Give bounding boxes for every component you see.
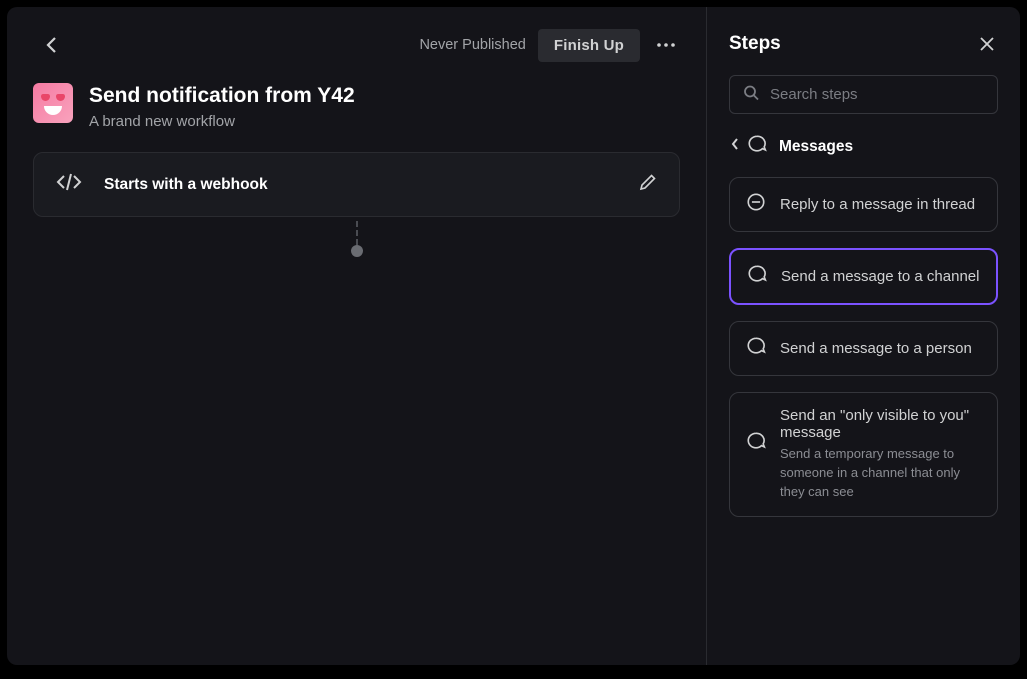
more-menu-button[interactable] — [652, 31, 680, 59]
finish-up-button[interactable]: Finish Up — [538, 29, 640, 62]
message-category-icon — [747, 134, 767, 159]
sidebar-title: Steps — [729, 33, 781, 55]
step-option-label: Send a message to a channel — [781, 268, 979, 285]
topbar: Never Published Finish Up — [7, 7, 706, 71]
step-option-send-channel[interactable]: Send a message to a channel — [729, 248, 998, 305]
message-icon — [746, 431, 766, 456]
add-step-dot[interactable] — [351, 245, 363, 257]
step-option-reply-thread[interactable]: Reply to a message in thread — [729, 177, 998, 232]
main-panel: Never Published Finish Up Send notificat… — [7, 7, 706, 665]
breadcrumb-back-icon[interactable] — [731, 137, 739, 156]
ellipsis-icon — [656, 43, 676, 47]
workflow-title: Send notification from Y42 — [89, 83, 355, 109]
step-option-send-person[interactable]: Send a message to a person — [729, 321, 998, 376]
search-wrap — [729, 75, 998, 114]
workflow-header: Send notification from Y42 A brand new w… — [7, 71, 706, 152]
chevron-left-icon — [46, 36, 57, 54]
step-option-label: Send an "only visible to you" message — [780, 407, 981, 441]
workflow-app-icon — [33, 83, 73, 123]
steps-sidebar: Steps Messages Reply to a message — [706, 7, 1020, 665]
step-option-description: Send a temporary message to someone in a… — [780, 445, 981, 502]
workflow-subtitle: A brand new workflow — [89, 113, 355, 130]
trigger-step-label: Starts with a webhook — [104, 176, 617, 194]
back-button[interactable] — [39, 33, 63, 57]
message-icon — [746, 336, 766, 361]
search-icon — [743, 84, 759, 105]
pencil-icon — [639, 173, 657, 191]
reply-icon — [746, 192, 766, 217]
search-steps-input[interactable] — [729, 75, 998, 114]
breadcrumb-label: Messages — [779, 138, 853, 156]
edit-step-button[interactable] — [639, 173, 657, 196]
workflow-canvas: Starts with a webhook — [7, 152, 706, 665]
close-icon — [979, 36, 995, 52]
message-icon — [747, 264, 767, 289]
close-sidebar-button[interactable] — [976, 33, 998, 55]
steps-breadcrumb[interactable]: Messages — [729, 130, 998, 161]
step-option-label: Send a message to a person — [780, 340, 972, 357]
trigger-step-card[interactable]: Starts with a webhook — [33, 152, 680, 217]
publish-status: Never Published — [419, 37, 525, 53]
step-option-label: Reply to a message in thread — [780, 196, 975, 213]
step-connector — [351, 221, 363, 257]
code-icon — [56, 173, 82, 196]
step-option-send-ephemeral[interactable]: Send an "only visible to you" message Se… — [729, 392, 998, 517]
